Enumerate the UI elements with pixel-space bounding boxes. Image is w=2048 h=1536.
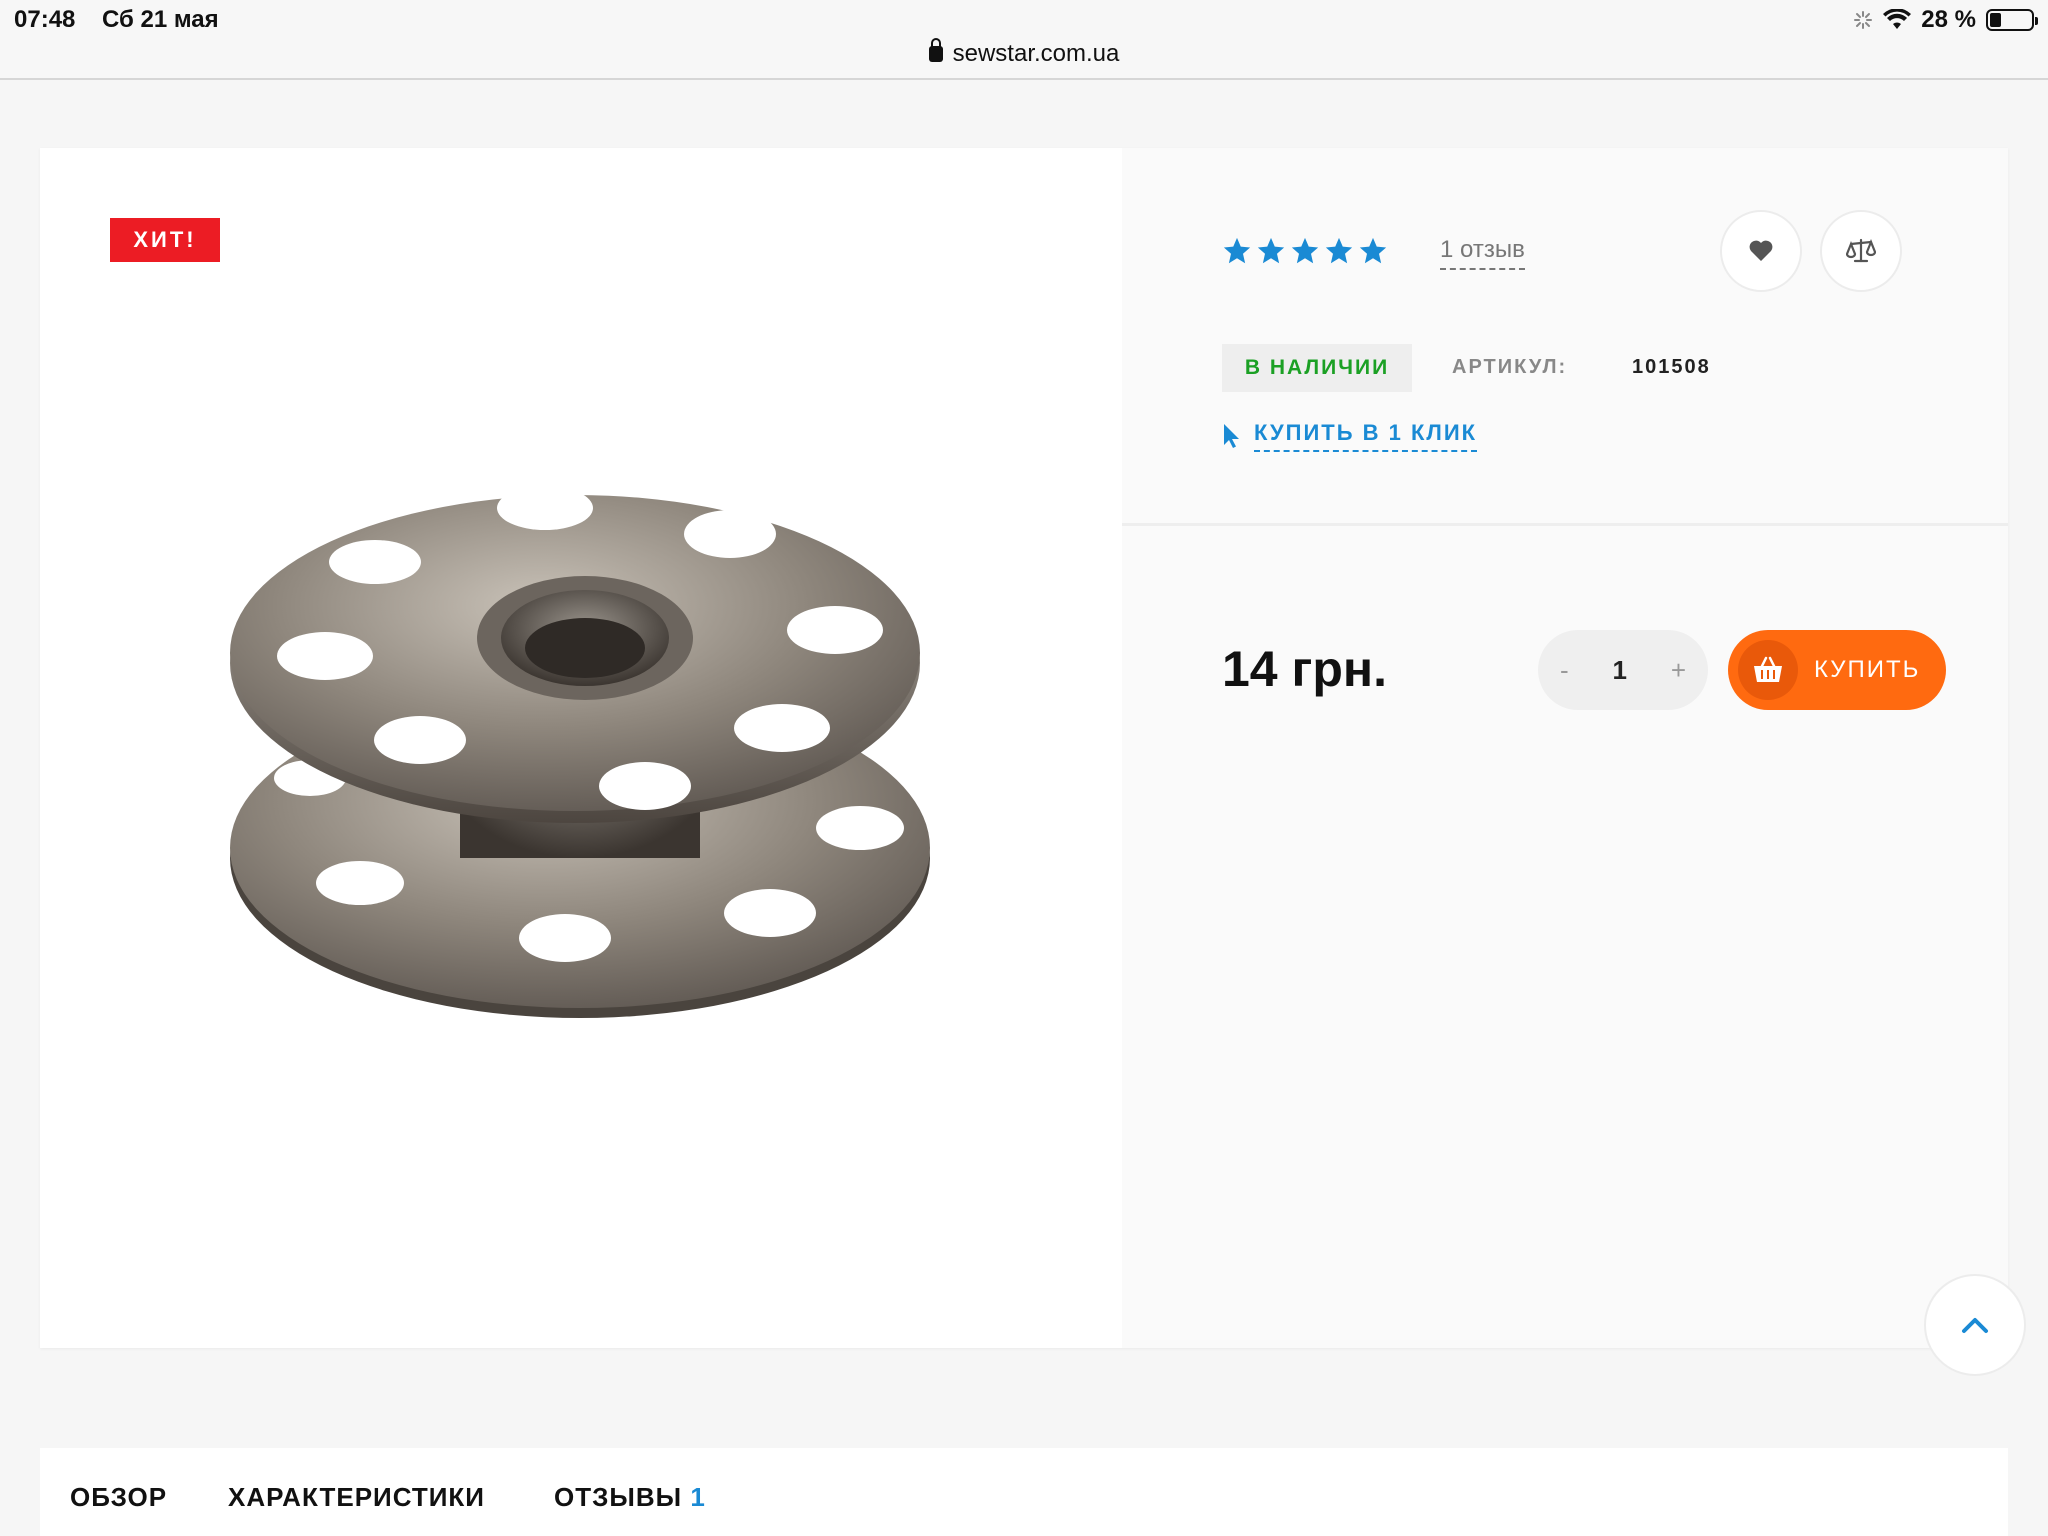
qty-plus-button[interactable]: + bbox=[1671, 655, 1686, 686]
star-icon bbox=[1257, 237, 1285, 264]
tab-characteristics[interactable]: ХАРАКТЕРИСТИКИ bbox=[228, 1482, 485, 1513]
star-icon bbox=[1291, 237, 1319, 264]
sku-value: 101508 bbox=[1632, 356, 1711, 378]
battery-percent: 28 % bbox=[1921, 6, 1976, 33]
tab-reviews[interactable]: ОТЗЫВЫ 1 bbox=[554, 1482, 706, 1513]
status-time: 07:48 bbox=[14, 6, 76, 33]
cursor-icon bbox=[1224, 424, 1239, 448]
lock-icon bbox=[928, 38, 943, 62]
sku-label: АРТИКУЛ: bbox=[1452, 356, 1568, 378]
quantity-stepper: - 1 + bbox=[1538, 630, 1708, 710]
reviews-link[interactable]: 1 отзыв bbox=[1440, 236, 1525, 270]
status-bar: 07:48 Сб 21 мая sewstar.com.ua 28 % bbox=[0, 0, 2048, 80]
product-tabs: ОБЗОР ХАРАКТЕРИСТИКИ ОТЗЫВЫ 1 bbox=[40, 1448, 2008, 1536]
favorite-button[interactable] bbox=[1720, 210, 1802, 292]
product-card: ХИТ! 1 отзыв В НАЛИЧИИ АРТИКУЛ: 101508 К… bbox=[40, 148, 2008, 1348]
product-image-pane: ХИТ! bbox=[40, 148, 1122, 1348]
tab-overview[interactable]: ОБЗОР bbox=[70, 1482, 167, 1513]
star-icon bbox=[1325, 237, 1353, 264]
star-icon bbox=[1223, 237, 1251, 264]
qty-value[interactable]: 1 bbox=[1613, 655, 1627, 686]
status-date: Сб 21 мая bbox=[102, 6, 219, 33]
product-info-pane: 1 отзыв В НАЛИЧИИ АРТИКУЛ: 101508 КУПИТЬ… bbox=[1122, 148, 2008, 1348]
buy-button-label: КУПИТЬ bbox=[1814, 656, 1921, 683]
buy-button[interactable]: КУПИТЬ bbox=[1728, 630, 1946, 710]
battery-icon bbox=[1986, 9, 2038, 31]
scroll-to-top-button[interactable] bbox=[1924, 1274, 2026, 1376]
rating-stars bbox=[1222, 236, 1388, 266]
heart-icon bbox=[1749, 240, 1773, 261]
chevron-up-icon bbox=[1962, 1318, 1988, 1333]
stock-status-badge: В НАЛИЧИИ bbox=[1222, 344, 1412, 392]
product-price: 14 грн. bbox=[1222, 641, 1387, 697]
wifi-icon bbox=[1883, 9, 1912, 29]
compare-button[interactable] bbox=[1820, 210, 1902, 292]
info-top-section: 1 отзыв В НАЛИЧИИ АРТИКУЛ: 101508 КУПИТЬ… bbox=[1122, 148, 2008, 526]
star-icon bbox=[1359, 237, 1387, 264]
basket-icon bbox=[1738, 640, 1798, 700]
loading-icon bbox=[1854, 11, 1873, 29]
scales-icon bbox=[1846, 238, 1876, 263]
hit-badge: ХИТ! bbox=[110, 218, 220, 262]
product-image[interactable] bbox=[210, 438, 970, 1078]
address-bar[interactable]: sewstar.com.ua bbox=[0, 38, 2048, 68]
url-text: sewstar.com.ua bbox=[952, 40, 1120, 67]
reviews-count: 1 bbox=[690, 1482, 706, 1512]
buy-one-click-label: КУПИТЬ В 1 КЛИК bbox=[1254, 420, 1478, 452]
buy-one-click-link[interactable]: КУПИТЬ В 1 КЛИК bbox=[1222, 420, 1478, 452]
status-right: 28 % bbox=[1853, 6, 2038, 34]
qty-minus-button[interactable]: - bbox=[1560, 655, 1569, 686]
